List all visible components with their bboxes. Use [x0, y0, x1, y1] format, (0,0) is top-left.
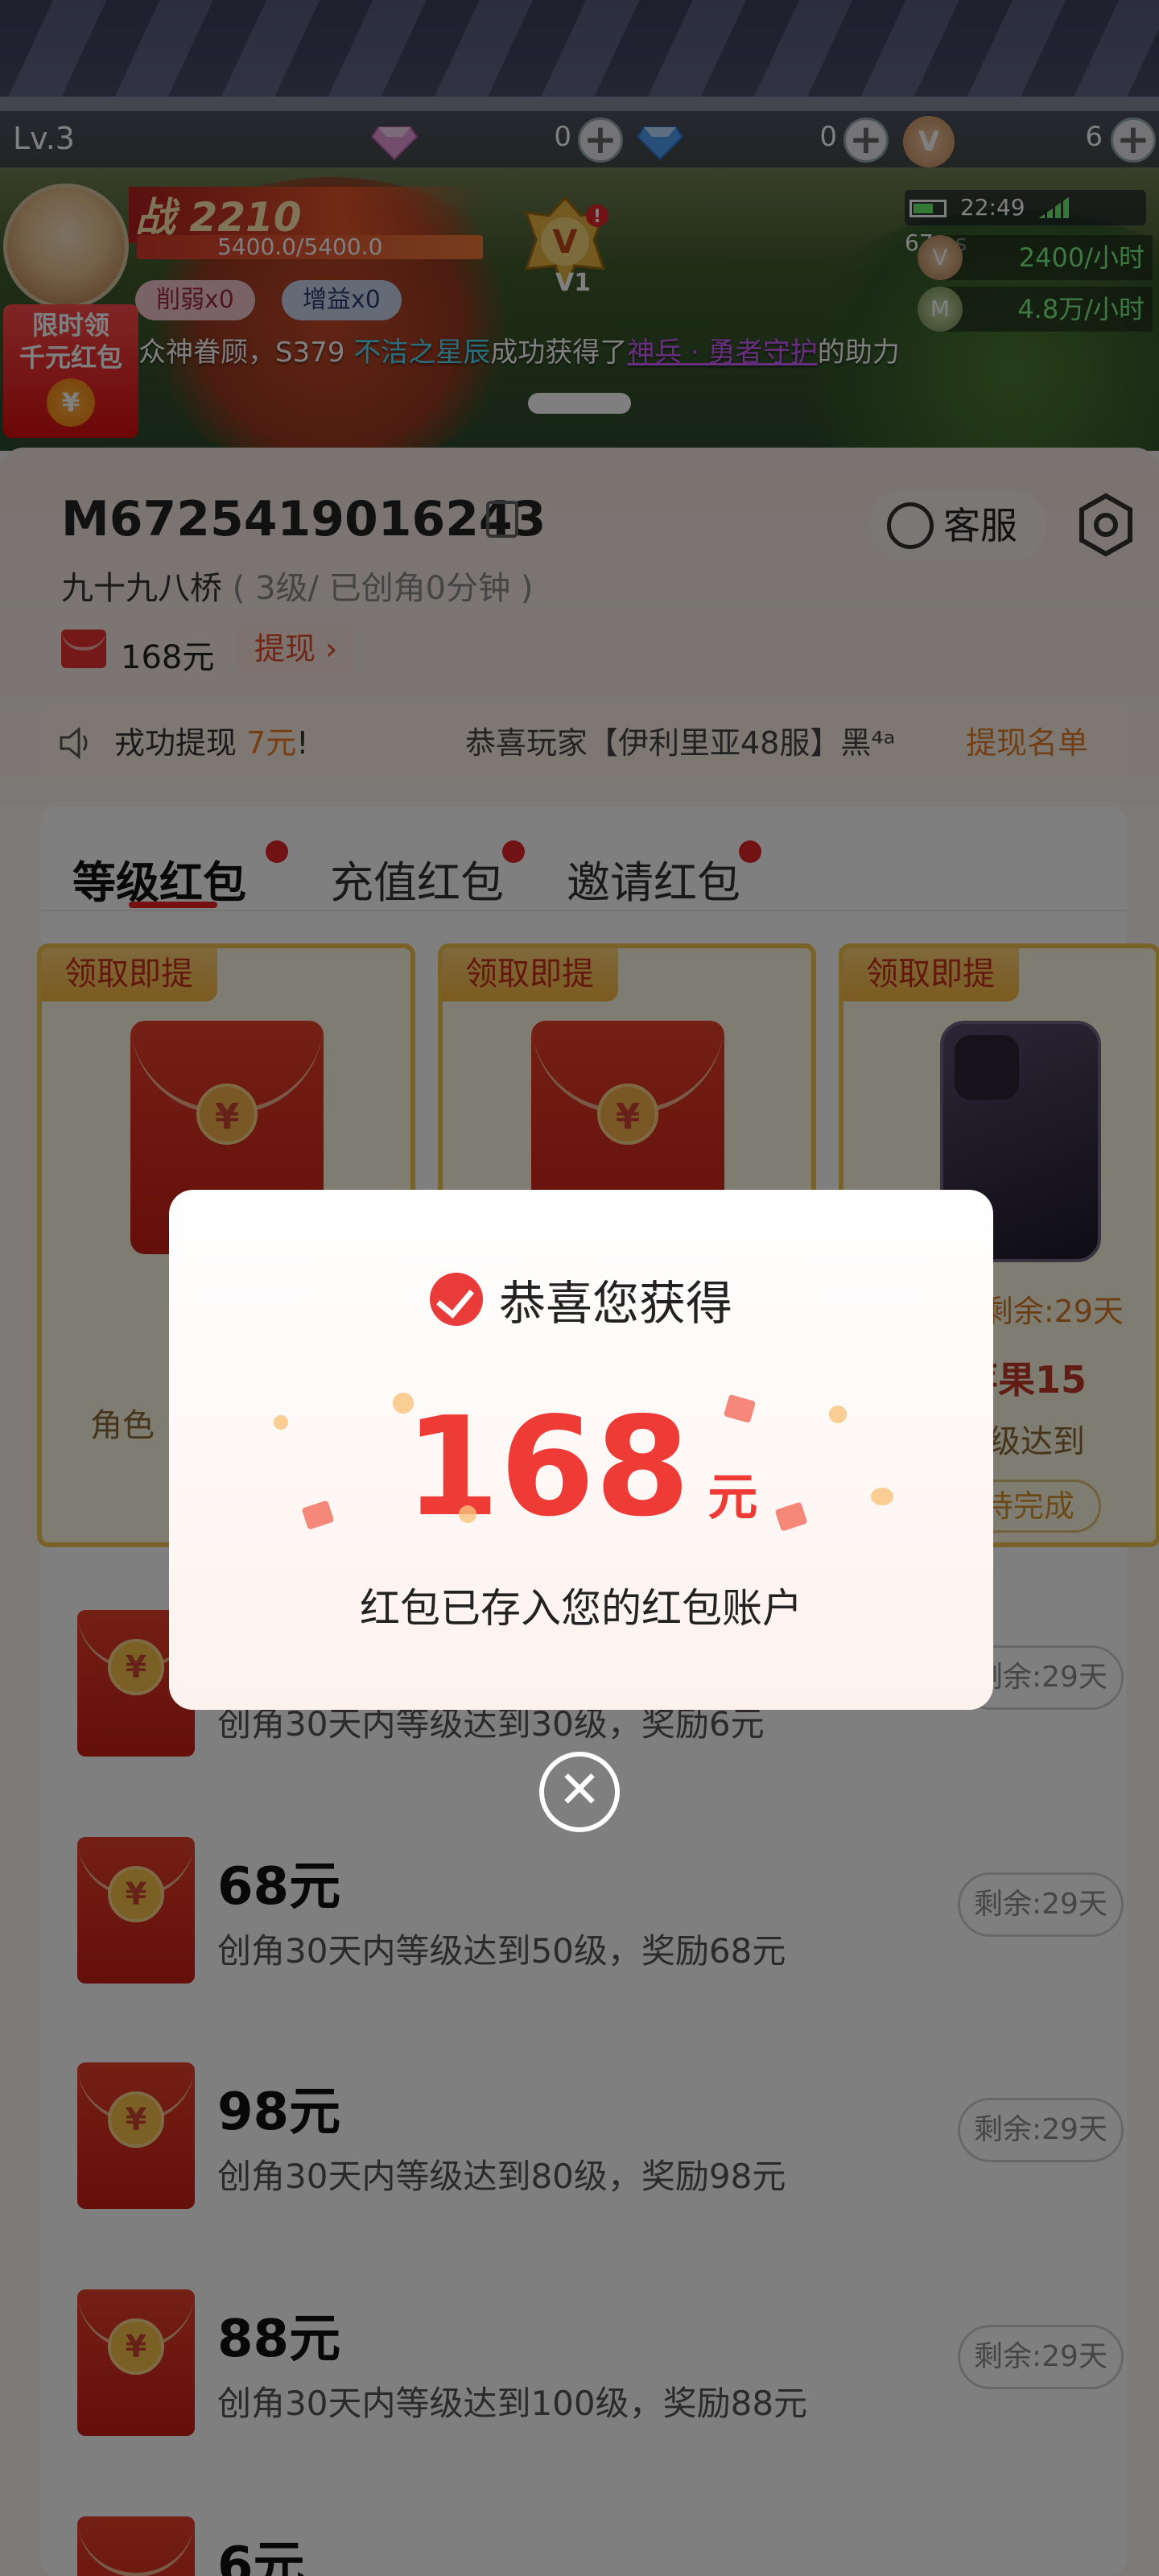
sparkle-decoration [871, 1488, 893, 1505]
reward-amount-display: 168 元 [169, 1388, 993, 1547]
reward-amount-unit: 元 [707, 1468, 758, 1526]
dialog-title: 恭喜您获得 [169, 1265, 993, 1333]
dialog-subtitle: 红包已存入您的红包账户 [360, 1585, 802, 1632]
sparkle-decoration [459, 1505, 476, 1523]
close-dialog-button[interactable]: ✕ [539, 1752, 620, 1832]
dialog-title-text: 恭喜您获得 [498, 1276, 732, 1331]
reward-dialog: 恭喜您获得 168 元 红包已存入您的红包账户 [169, 1190, 993, 1710]
sparkle-decoration [393, 1393, 414, 1414]
check-circle-icon [429, 1273, 483, 1326]
sparkle-decoration [829, 1406, 847, 1423]
reward-amount-number: 168 [404, 1388, 691, 1547]
sparkle-decoration [274, 1415, 288, 1430]
